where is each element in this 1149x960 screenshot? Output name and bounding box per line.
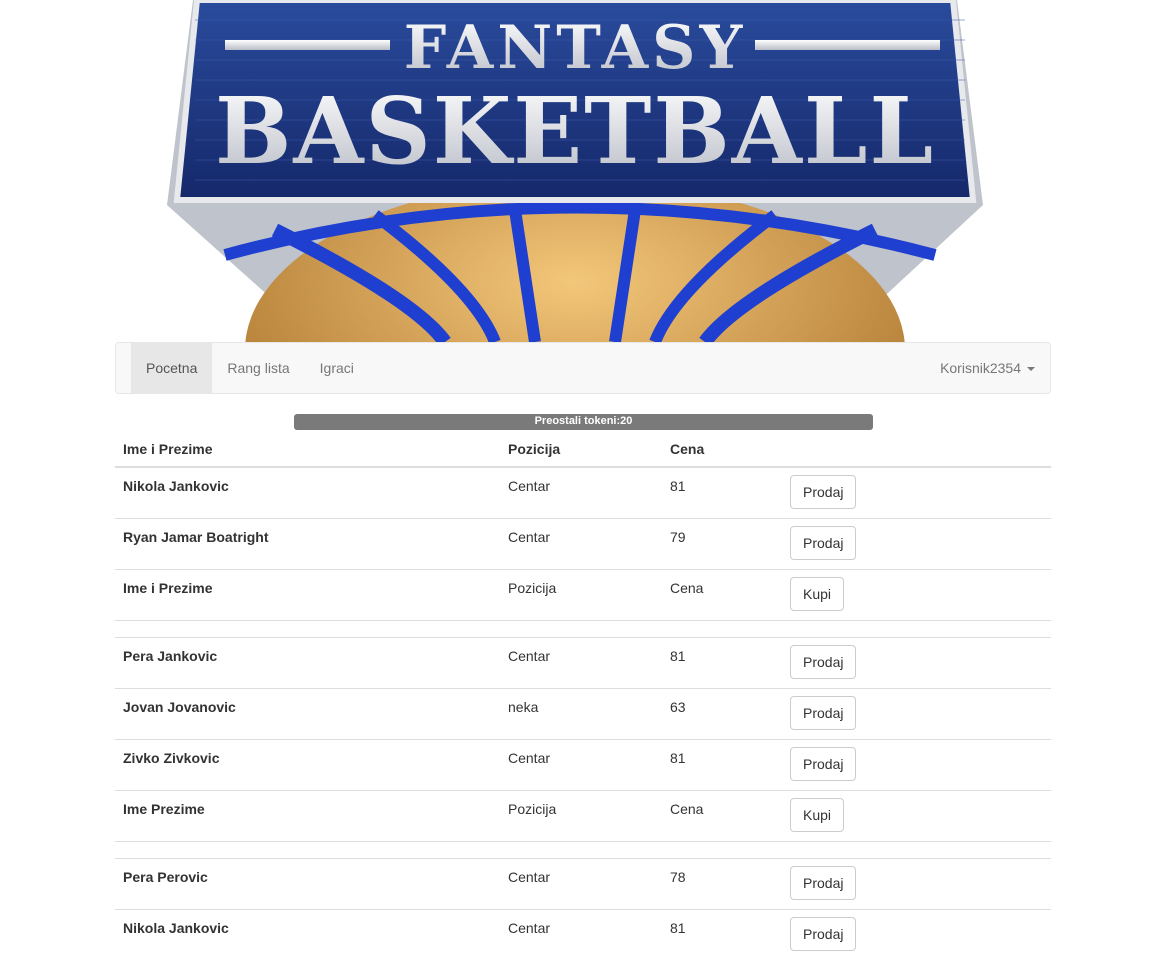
nav-item-pocetna[interactable]: Pocetna bbox=[131, 343, 212, 393]
header-position: Pozicija bbox=[500, 430, 662, 467]
player-action-cell: Kupi bbox=[782, 791, 1051, 842]
buy-button[interactable]: Kupi bbox=[790, 577, 844, 611]
player-name-cell: Ime i Prezime bbox=[115, 570, 500, 621]
sell-button[interactable]: Prodaj bbox=[790, 747, 856, 781]
sell-button[interactable]: Prodaj bbox=[790, 917, 856, 951]
player-action-cell: Prodaj bbox=[782, 910, 1051, 960]
player-price-cell: 81 bbox=[662, 467, 782, 519]
player-price-cell: Cena bbox=[662, 570, 782, 621]
sell-button[interactable]: Prodaj bbox=[790, 696, 856, 730]
player-price-cell: 81 bbox=[662, 638, 782, 689]
sell-button[interactable]: Prodaj bbox=[790, 475, 856, 509]
table-row: Nikola JankovicCentar81Prodaj bbox=[115, 467, 1051, 519]
player-position-cell: Centar bbox=[500, 638, 662, 689]
logo-line1: FANTASY bbox=[404, 13, 747, 83]
table-spacer-row bbox=[115, 842, 1051, 859]
spacer-cell bbox=[115, 842, 1051, 859]
header-price: Cena bbox=[662, 430, 782, 467]
nav-item-rang-lista[interactable]: Rang lista bbox=[212, 343, 304, 393]
player-name-cell: Pera Jankovic bbox=[115, 638, 500, 689]
player-price-cell: Cena bbox=[662, 791, 782, 842]
table-row: Ime PrezimePozicijaCenaKupi bbox=[115, 791, 1051, 842]
page-container: FANTASY BASKETBALL Pocetna Rang lista Ig… bbox=[115, 0, 1051, 394]
nav-item-igraci[interactable]: Igraci bbox=[305, 343, 369, 393]
player-action-cell: Prodaj bbox=[782, 519, 1051, 570]
player-name-cell: Ime Prezime bbox=[115, 791, 500, 842]
table-row: Nikola JankovicCentar81Prodaj bbox=[115, 910, 1051, 960]
table-row: Jovan Jovanovicneka63Prodaj bbox=[115, 689, 1051, 740]
fantasy-basketball-logo: FANTASY BASKETBALL bbox=[115, 0, 1051, 342]
main-navbar: Pocetna Rang lista Igraci Korisnik2354 bbox=[115, 342, 1051, 394]
player-position-cell: Pozicija bbox=[500, 570, 662, 621]
sell-button[interactable]: Prodaj bbox=[790, 645, 856, 679]
player-action-cell: Prodaj bbox=[782, 689, 1051, 740]
player-price-cell: 81 bbox=[662, 910, 782, 960]
table-row: Ryan Jamar BoatrightCentar79Prodaj bbox=[115, 519, 1051, 570]
user-name: Korisnik2354 bbox=[940, 360, 1021, 376]
table-spacer-row bbox=[115, 621, 1051, 638]
player-action-cell: Prodaj bbox=[782, 467, 1051, 519]
player-action-cell: Kupi bbox=[782, 570, 1051, 621]
player-name-cell: Pera Perovic bbox=[115, 859, 500, 910]
table-row: Pera JankovicCentar81Prodaj bbox=[115, 638, 1051, 689]
player-position-cell: neka bbox=[500, 689, 662, 740]
player-name-cell: Nikola Jankovic bbox=[115, 467, 500, 519]
tokens-progress-label: Preostali tokeni:20 bbox=[294, 414, 873, 430]
players-table-body: Nikola JankovicCentar81ProdajRyan Jamar … bbox=[115, 467, 1051, 960]
table-row: Zivko ZivkovicCentar81Prodaj bbox=[115, 740, 1051, 791]
player-position-cell: Centar bbox=[500, 467, 662, 519]
header-action bbox=[782, 430, 1051, 467]
player-name-cell: Ryan Jamar Boatright bbox=[115, 519, 500, 570]
fantasy-basketball-banner: FANTASY BASKETBALL bbox=[115, 0, 1051, 342]
nav-menu: Pocetna Rang lista Igraci bbox=[131, 343, 369, 393]
table-row: Pera PerovicCentar78Prodaj bbox=[115, 859, 1051, 910]
player-action-cell: Prodaj bbox=[782, 638, 1051, 689]
player-name-cell: Nikola Jankovic bbox=[115, 910, 500, 960]
tokens-progress-bar: Preostali tokeni:20 bbox=[294, 414, 873, 430]
table-row: Ime i PrezimePozicijaCenaKupi bbox=[115, 570, 1051, 621]
player-price-cell: 81 bbox=[662, 740, 782, 791]
buy-button[interactable]: Kupi bbox=[790, 798, 844, 832]
player-position-cell: Centar bbox=[500, 519, 662, 570]
player-position-cell: Centar bbox=[500, 740, 662, 791]
player-price-cell: 79 bbox=[662, 519, 782, 570]
caret-down-icon bbox=[1027, 367, 1035, 371]
player-position-cell: Pozicija bbox=[500, 791, 662, 842]
player-price-cell: 63 bbox=[662, 689, 782, 740]
sell-button[interactable]: Prodaj bbox=[790, 526, 856, 560]
players-table: Ime i Prezime Pozicija Cena Nikola Janko… bbox=[115, 430, 1051, 960]
user-dropdown[interactable]: Korisnik2354 bbox=[940, 343, 1035, 393]
player-position-cell: Centar bbox=[500, 910, 662, 960]
header-name: Ime i Prezime bbox=[115, 430, 500, 467]
spacer-cell bbox=[115, 621, 1051, 638]
player-name-cell: Jovan Jovanovic bbox=[115, 689, 500, 740]
sell-button[interactable]: Prodaj bbox=[790, 866, 856, 900]
player-action-cell: Prodaj bbox=[782, 740, 1051, 791]
logo-line2: BASKETBALL bbox=[215, 77, 935, 185]
player-price-cell: 78 bbox=[662, 859, 782, 910]
player-name-cell: Zivko Zivkovic bbox=[115, 740, 500, 791]
player-position-cell: Centar bbox=[500, 859, 662, 910]
table-header-row: Ime i Prezime Pozicija Cena bbox=[115, 430, 1051, 467]
player-action-cell: Prodaj bbox=[782, 859, 1051, 910]
